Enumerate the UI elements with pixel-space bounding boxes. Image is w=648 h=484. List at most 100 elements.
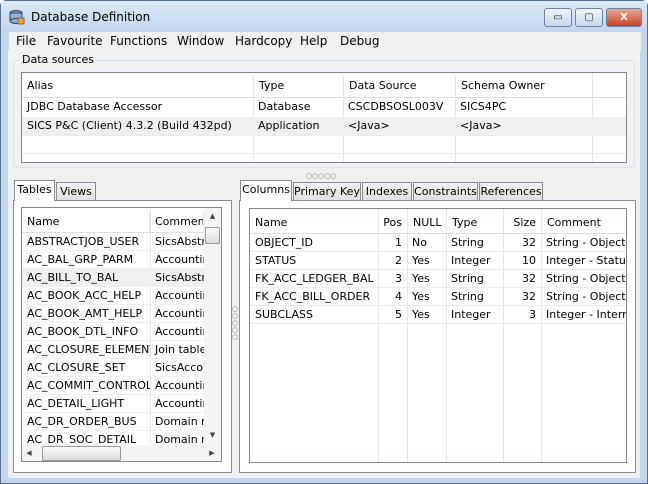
title-bar: Database Definition ▭ ▢ X [1, 1, 647, 32]
hscrollbar-thumb[interactable] [42, 446, 121, 461]
table-row[interactable]: AC_BOOK_AMT_HELP Accountin [22, 305, 204, 323]
header-data-source[interactable]: Data Source [344, 76, 456, 96]
data-sources-table: Alias Type Data Source Schema Owner JDBC… [21, 72, 627, 163]
header-schema-owner[interactable]: Schema Owner [456, 76, 593, 96]
vertical-splitter-handle[interactable]: ○○○○○ [232, 306, 238, 341]
header-comment[interactable]: Comment [150, 212, 204, 232]
scrollbar-thumb[interactable] [205, 227, 220, 244]
vertical-scrollbar[interactable]: ▲ ▼ [204, 208, 221, 445]
table-row[interactable]: AC_CLOSURE_ELEMENT Join table [22, 341, 204, 359]
table-comment-cell: Accountin [155, 253, 204, 266]
type-cell: Application [258, 119, 320, 132]
comment-cell: Integer - Internal [546, 308, 626, 321]
menu-hardcopy[interactable]: Hardcopy [235, 34, 292, 48]
alias-cell: SICS P&C (Client) 4.3.2 (Build 432pd) [27, 119, 232, 132]
table-name-cell: AC_DETAIL_LIGHT [27, 397, 125, 410]
size-cell: 10 [522, 254, 536, 267]
column-row[interactable]: OBJECT_ID 1 No String 32 String - Object Id [250, 234, 626, 252]
scroll-down-arrow-icon[interactable]: ▼ [204, 431, 221, 439]
type-cell: String [451, 272, 484, 285]
type-cell: String [451, 236, 484, 249]
maximize-button[interactable]: ▢ [575, 8, 603, 27]
header-alias[interactable]: Alias [22, 76, 254, 96]
table-comment-cell: SicsAccou [155, 361, 204, 374]
type-cell: Integer [451, 308, 491, 321]
table-name-cell: AC_BILL_TO_BAL [27, 271, 119, 284]
column-name-cell: SUBCLASS [255, 308, 313, 321]
size-cell: 3 [529, 308, 536, 321]
scroll-left-arrow-icon[interactable]: ◀ [24, 449, 34, 457]
table-comment-cell: SicsAbstr [155, 235, 204, 248]
comment-cell: String - Object Id [546, 272, 626, 285]
table-row[interactable]: AC_BAL_GRP_PARM Accountin [22, 251, 204, 269]
table-row[interactable]: AC_COMMIT_CONTROL Accountin [22, 377, 204, 395]
tab-columns[interactable]: Columns [240, 180, 292, 201]
alias-cell: JDBC Database Accessor [27, 100, 163, 113]
menu-debug[interactable]: Debug [340, 34, 379, 48]
table-name-cell: AC_BOOK_AMT_HELP [27, 307, 143, 320]
comment-cell: String - Object Id [546, 236, 626, 249]
tab-views[interactable]: Views [56, 182, 96, 201]
table-row[interactable]: AC_DETAIL_LIGHT Accountin [22, 395, 204, 413]
scroll-right-arrow-icon[interactable]: ▶ [207, 449, 217, 457]
size-cell: 32 [522, 272, 536, 285]
column-row[interactable]: FK_ACC_BILL_ORDER 4 Yes String 32 String - Ob… [250, 288, 626, 306]
table-row[interactable]: AC_BOOK_ACC_HELP Accountin [22, 287, 204, 305]
close-button[interactable]: X [606, 8, 642, 27]
table-row[interactable]: AC_DR_ORDER_BUS Domain re [22, 413, 204, 431]
table-comment-cell: Domain re [155, 415, 204, 428]
columns-table: Name Pos NULL Type Size Comment OBJECT_I… [249, 208, 627, 463]
pos-cell: 1 [395, 236, 402, 249]
header-name[interactable]: Name [250, 213, 379, 233]
menu-favourite[interactable]: Favourite [47, 34, 103, 48]
header-comment[interactable]: Comment [542, 213, 626, 233]
header-type[interactable]: Type [254, 76, 344, 96]
size-cell: 32 [522, 290, 536, 303]
header-null[interactable]: NULL [408, 213, 447, 233]
header-pos[interactable]: Pos [379, 213, 408, 233]
menu-file[interactable]: File [16, 34, 36, 48]
table-comment-cell: Accountin [155, 289, 204, 302]
column-name-cell: FK_ACC_BILL_ORDER [255, 290, 371, 303]
pos-cell: 5 [395, 308, 402, 321]
tab-primary-key[interactable]: Primary Key [293, 182, 361, 201]
pos-cell: 2 [395, 254, 402, 267]
header-type[interactable]: Type [447, 213, 504, 233]
tab-constraints[interactable]: Constraints [413, 182, 478, 201]
menu-help[interactable]: Help [300, 34, 327, 48]
horizontal-splitter-handle[interactable]: ○○○○○ [306, 172, 337, 180]
header-size[interactable]: Size [504, 213, 542, 233]
column-name-cell: FK_ACC_LEDGER_BAL [255, 272, 374, 285]
minimize-button[interactable]: ▭ [544, 8, 572, 27]
menu-functions[interactable]: Functions [110, 34, 167, 48]
menu-window[interactable]: Window [177, 34, 224, 48]
table-name-cell: AC_BOOK_ACC_HELP [27, 289, 142, 302]
header-name[interactable]: Name [22, 212, 150, 232]
table-row[interactable]: AC_CLOSURE_SET SicsAccou [22, 359, 204, 377]
table-row[interactable]: AC_BOOK_DTL_INFO Accountin [22, 323, 204, 341]
column-row[interactable]: FK_ACC_LEDGER_BAL 3 Yes String 32 String - Ob… [250, 270, 626, 288]
tab-references[interactable]: References [479, 182, 543, 201]
column-name-cell: OBJECT_ID [255, 236, 314, 249]
table-name-cell: AC_DR_ORDER_BUS [27, 415, 137, 428]
table-row[interactable]: ABSTRACTJOB_USER SicsAbstr [22, 233, 204, 251]
column-name-cell: STATUS [255, 254, 297, 267]
scroll-up-arrow-icon[interactable]: ▲ [204, 212, 221, 220]
database-icon [9, 10, 25, 25]
table-row[interactable]: AC_BILL_TO_BAL SicsAbstr [22, 269, 204, 287]
tab-indexes[interactable]: Indexes [362, 182, 412, 201]
column-row[interactable]: STATUS 2 Yes Integer 10 Integer - Status [250, 252, 627, 270]
data-source-row[interactable]: SICS P&C (Client) 4.3.2 (Build 432pd) Ap… [22, 117, 626, 135]
data-source-row[interactable]: JDBC Database Accessor Database CSCDBSOS… [22, 98, 626, 116]
pos-cell: 4 [395, 290, 402, 303]
horizontal-scrollbar[interactable]: ◀ ▶ [22, 445, 221, 461]
table-comment-cell: Accountin [155, 307, 204, 320]
null-cell: Yes [412, 254, 430, 267]
size-cell: 32 [522, 236, 536, 249]
comment-cell: Integer - Status [546, 254, 627, 267]
table-comment-cell: Accountin [155, 379, 204, 392]
table-name-cell: AC_BOOK_DTL_INFO [27, 325, 139, 338]
tab-tables[interactable]: Tables [14, 180, 55, 201]
type-cell: Database [258, 100, 311, 113]
column-row[interactable]: SUBCLASS 5 Yes Integer 3 Integer - Internal [250, 306, 626, 324]
